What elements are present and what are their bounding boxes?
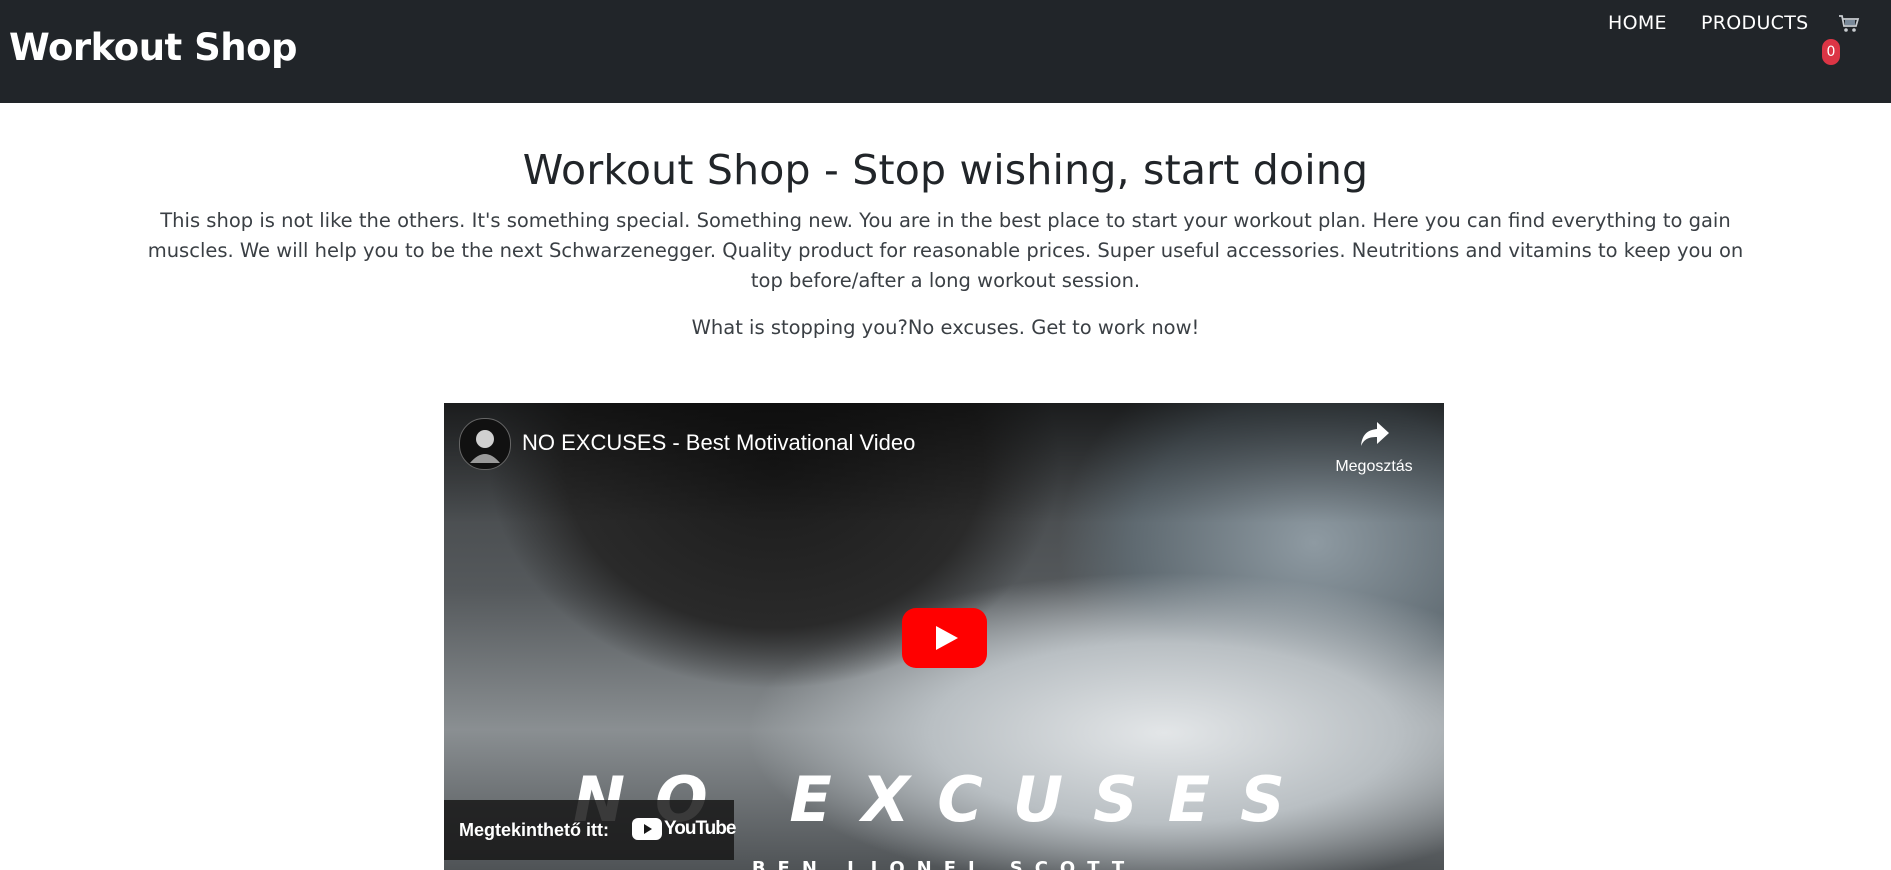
nav-home-link[interactable]: HOME (1608, 12, 1667, 34)
watch-on-youtube-button[interactable]: Megtekinthető itt: YouTube (444, 800, 736, 860)
cart-icon (1839, 15, 1860, 32)
youtube-video-embed[interactable]: NO EXCUSES - Best Motivational Video Meg… (444, 403, 1444, 870)
brand-logo[interactable]: Workout Shop (9, 26, 298, 69)
avatar-icon (470, 430, 500, 463)
channel-avatar[interactable] (459, 418, 511, 470)
nav-products-link[interactable]: PRODUCTS (1701, 12, 1808, 34)
youtube-wordmark: YouTube (664, 818, 736, 839)
hero-description: This shop is not like the others. It's s… (147, 209, 1744, 292)
video-title[interactable]: NO EXCUSES - Best Motivational Video (522, 430, 915, 456)
share-label: Megosztás (1335, 458, 1413, 475)
play-icon[interactable] (902, 608, 987, 668)
share-icon (1361, 422, 1389, 446)
share-button[interactable]: Megosztás (1324, 418, 1424, 478)
cart-count-badge: 0 (1822, 39, 1840, 65)
hero-cta-text: What is stopping you?No excuses. Get to … (691, 316, 1200, 339)
video-top-shade (444, 403, 1444, 523)
page-title: Workout Shop - Stop wishing, start doing (522, 146, 1369, 194)
youtube-logo-icon (632, 818, 662, 840)
navbar: Workout Shop HOME PRODUCTS 0 (0, 0, 1891, 103)
watch-on-label: Megtekinthető itt: (459, 820, 609, 840)
